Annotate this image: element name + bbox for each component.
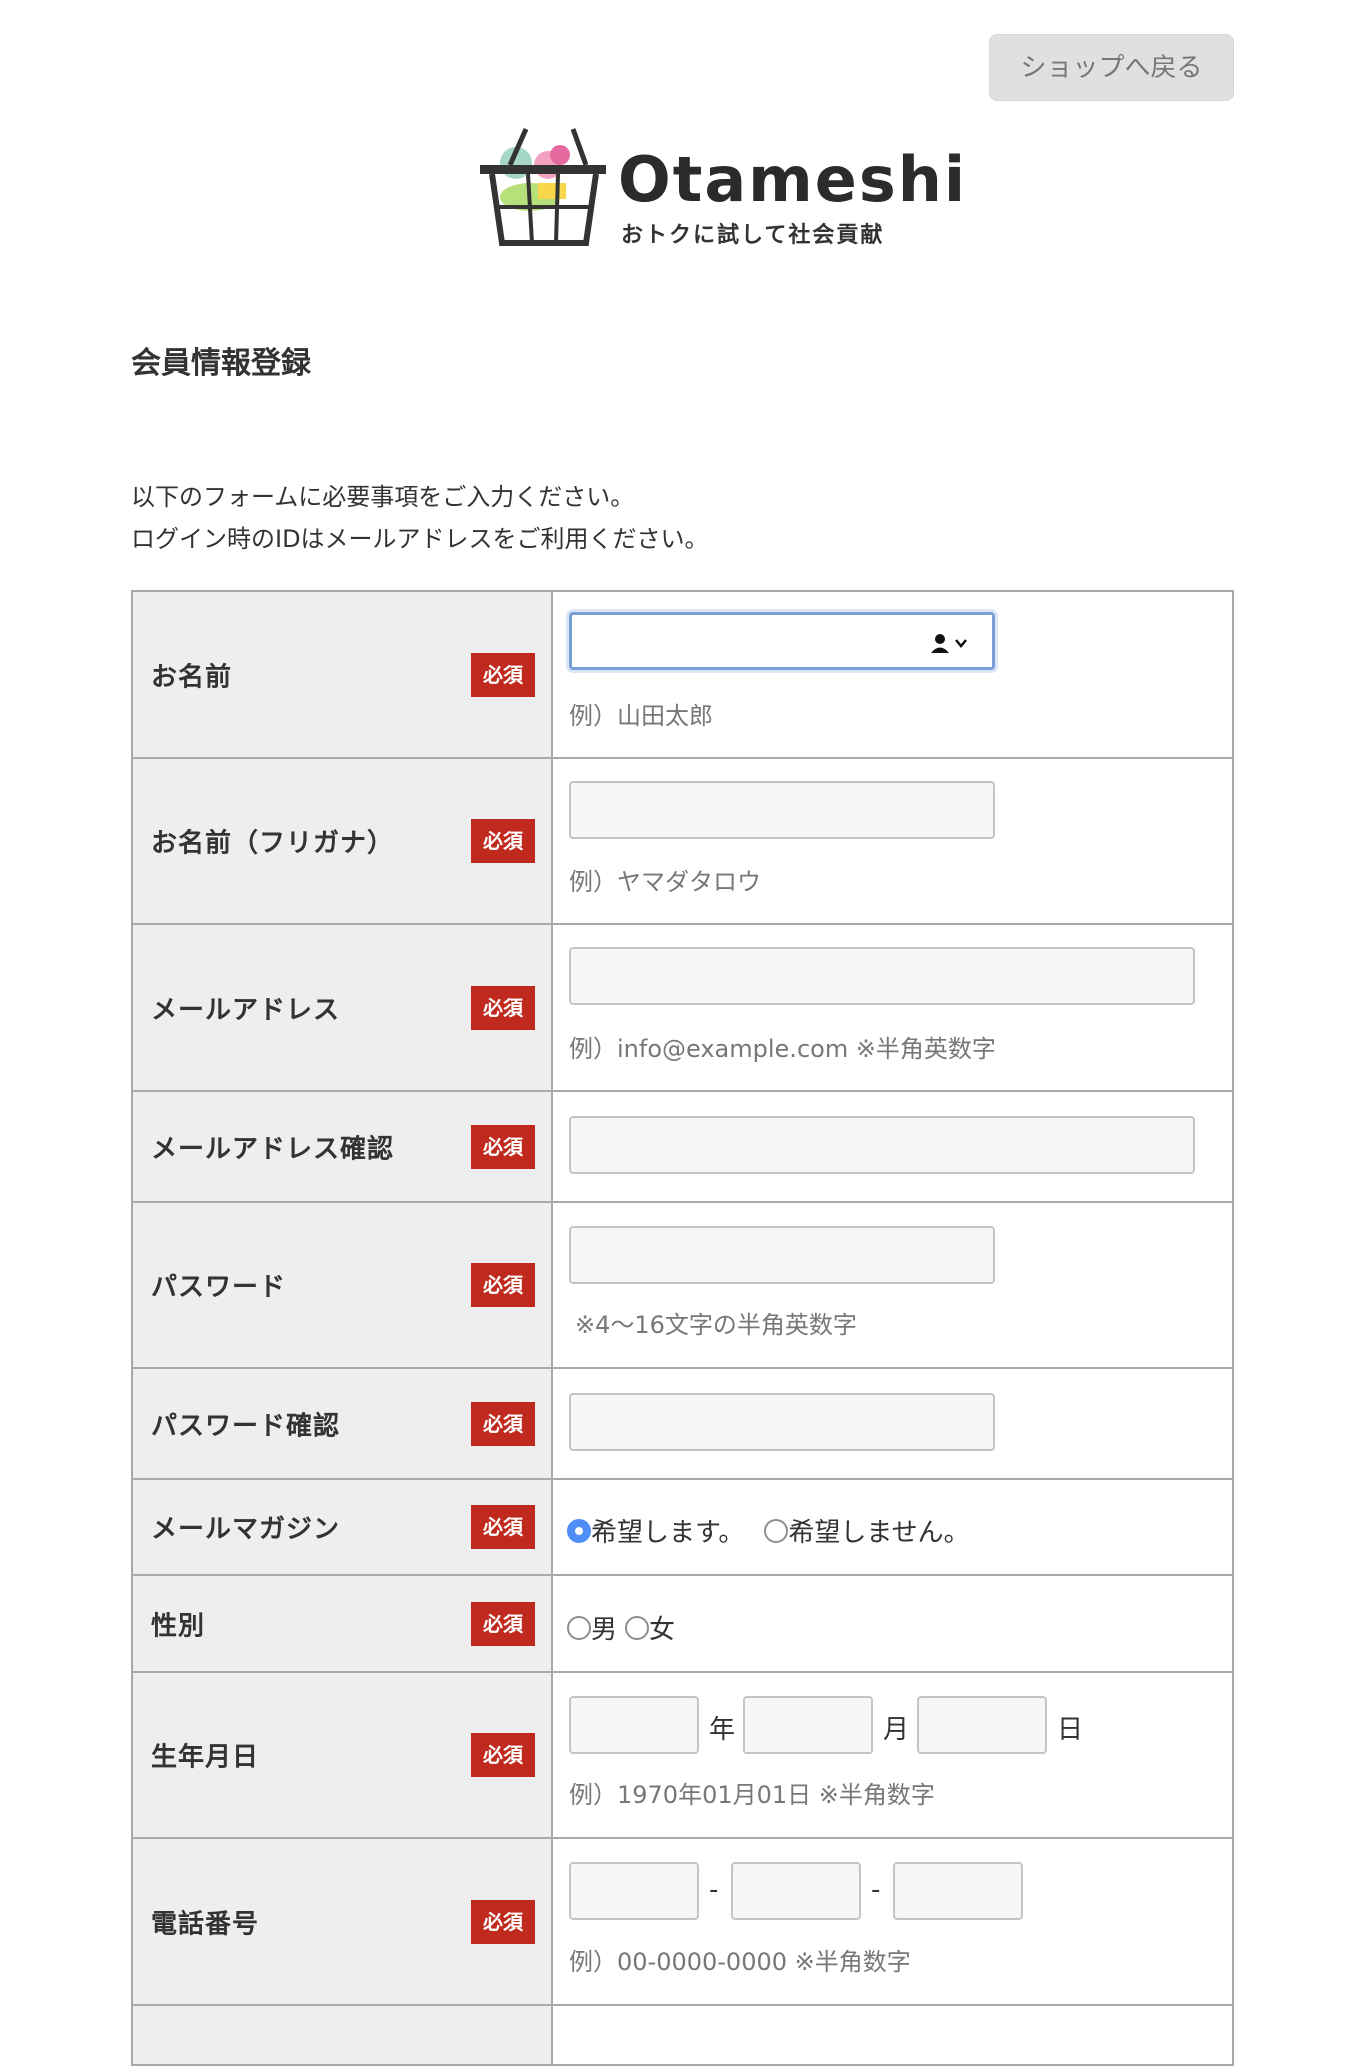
email-hint: 例）info@example.com ※半角英数字: [569, 1035, 996, 1063]
field-cell: - - 例）00-0000-0000 ※半角数字: [551, 1837, 1234, 2006]
field-cell: 希望します。 希望しません。: [551, 1478, 1234, 1576]
field-cell: 例）ヤマダタロウ: [551, 757, 1234, 925]
field-label-magazine: メールマガジン: [151, 1514, 341, 1545]
birthday-year-unit: 年: [709, 1715, 736, 1745]
magazine-yes-radio[interactable]: [567, 1518, 591, 1543]
required-badge: 必須: [471, 652, 535, 697]
field-label-kana: お名前（フリガナ）: [151, 828, 395, 859]
form-row-password: パスワード 必須 ※4〜16文字の半角英数字: [131, 1201, 1234, 1369]
label-cell: 電話番号 必須: [131, 1837, 553, 2006]
registration-page: ショップへ戻る Otameshi おトクに試して社会貢献 会員情報登録 以下のフ…: [0, 0, 1364, 2066]
form-row-birthday: 生年月日 必須 年 月 日 例）1970年01月01日 ※半角数字: [131, 1671, 1234, 1839]
back-to-shop-button[interactable]: ショップへ戻る: [989, 34, 1234, 101]
gender-male-label[interactable]: 男: [591, 1609, 617, 1646]
field-label-name: お名前: [151, 662, 233, 692]
form-row-password-confirm: パスワード確認 必須: [131, 1367, 1234, 1480]
intro-line-1: 以下のフォームに必要事項をご入力ください。: [131, 483, 635, 511]
birthday-month-unit: 月: [883, 1715, 910, 1745]
form-row-email-confirm: メールアドレス確認 必須: [131, 1090, 1234, 1203]
field-cell: 例）山田太郎: [551, 590, 1234, 759]
label-cell: [131, 2004, 553, 2066]
birthday-day-unit: 日: [1057, 1715, 1084, 1745]
required-badge: 必須: [471, 819, 535, 863]
form-row-magazine: メールマガジン 必須 希望します。 希望しません。: [131, 1478, 1234, 1576]
required-badge: 必須: [471, 1601, 535, 1646]
form-row-gender: 性別 必須 男 女: [131, 1574, 1234, 1673]
autofill-contact-icon[interactable]: [929, 632, 969, 654]
kana-input[interactable]: [569, 781, 995, 839]
form-row-kana: お名前（フリガナ） 必須 例）ヤマダタロウ: [131, 757, 1234, 925]
magazine-yes-label[interactable]: 希望します。: [591, 1512, 744, 1549]
gender-male-radio[interactable]: [567, 1615, 591, 1640]
phone-separator: -: [871, 1875, 881, 1905]
form-row-name: お名前 必須 例）山田太郎: [131, 590, 1234, 759]
field-cell: [551, 1090, 1234, 1203]
birthday-hint: 例）1970年01月01日 ※半角数字: [569, 1781, 935, 1809]
otameshi-logo[interactable]: Otameshi おトクに試して社会貢献: [478, 125, 965, 250]
birthday-month-input[interactable]: [743, 1696, 873, 1754]
field-cell: [551, 1367, 1234, 1480]
field-label-birthday: 生年月日: [151, 1742, 260, 1773]
birthday-year-input[interactable]: [569, 1696, 699, 1754]
magazine-no-radio[interactable]: [764, 1518, 789, 1543]
required-badge: 必須: [471, 1505, 535, 1549]
field-label-email: メールアドレス: [151, 995, 341, 1025]
field-cell: 男 女: [551, 1574, 1234, 1673]
magazine-radio-group: 希望します。 希望しません。: [567, 1512, 970, 1549]
required-badge: 必須: [471, 1899, 535, 1944]
email-confirm-input[interactable]: [569, 1116, 1195, 1174]
field-label-phone: 電話番号: [151, 1909, 260, 1939]
field-cell: 例）info@example.com ※半角英数字: [551, 923, 1234, 1092]
gender-radio-group: 男 女: [567, 1609, 675, 1646]
required-badge: 必須: [471, 985, 535, 1030]
form-row-email: メールアドレス 必須 例）info@example.com ※半角英数字: [131, 923, 1234, 1092]
phone-part2-input[interactable]: [731, 1862, 861, 1920]
field-label-password-confirm: パスワード確認: [151, 1411, 341, 1441]
intro-line-2: ログイン時のIDはメールアドレスをご利用ください。: [131, 525, 709, 553]
field-cell: ※4〜16文字の半角英数字: [551, 1201, 1234, 1369]
label-cell: パスワード確認 必須: [131, 1367, 553, 1480]
required-badge: 必須: [471, 1263, 535, 1307]
basket-icon: [480, 127, 606, 246]
password-hint: ※4〜16文字の半角英数字: [575, 1311, 857, 1339]
field-label-gender: 性別: [151, 1611, 206, 1641]
intro-text: 以下のフォームに必要事項をご入力ください。 ログイン時のIDはメールアドレスをご…: [131, 476, 709, 560]
label-cell: お名前 必須: [131, 590, 553, 759]
phone-part3-input[interactable]: [893, 1862, 1023, 1920]
name-hint: 例）山田太郎: [569, 702, 713, 730]
form-row-next: [131, 2004, 1234, 2066]
password-confirm-input[interactable]: [569, 1393, 995, 1451]
phone-separator: -: [709, 1875, 719, 1905]
gender-female-label[interactable]: 女: [649, 1609, 675, 1646]
field-label-password: パスワード: [151, 1272, 287, 1303]
form-row-phone: 電話番号 必須 - - 例）00-0000-0000 ※半角数字: [131, 1837, 1234, 2006]
email-input[interactable]: [569, 947, 1195, 1005]
logo-wordmark: Otameshi: [618, 143, 968, 216]
required-badge: 必須: [471, 1124, 535, 1169]
field-cell: [551, 2004, 1234, 2066]
label-cell: 生年月日 必須: [131, 1671, 553, 1839]
required-badge: 必須: [471, 1401, 535, 1446]
kana-hint: 例）ヤマダタロウ: [569, 868, 761, 896]
required-badge: 必須: [471, 1733, 535, 1777]
phone-hint: 例）00-0000-0000 ※半角数字: [569, 1948, 911, 1976]
logo-tagline: おトクに試して社会貢献: [621, 223, 885, 248]
label-cell: 性別 必須: [131, 1574, 553, 1673]
phone-part1-input[interactable]: [569, 1862, 699, 1920]
page-title: 会員情報登録: [131, 346, 311, 381]
birthday-day-input[interactable]: [917, 1696, 1047, 1754]
label-cell: お名前（フリガナ） 必須: [131, 757, 553, 925]
registration-form: お名前 必須 例）山田太郎 お名前（フリガナ） 必須 例）ヤマダタロウ メールア…: [131, 590, 1234, 2066]
field-cell: 年 月 日 例）1970年01月01日 ※半角数字: [551, 1671, 1234, 1839]
label-cell: パスワード 必須: [131, 1201, 553, 1369]
field-label-email-confirm: メールアドレス確認: [151, 1134, 395, 1164]
chevron-down-icon: [955, 639, 967, 648]
label-cell: メールアドレス確認 必須: [131, 1090, 553, 1203]
password-input[interactable]: [569, 1226, 995, 1284]
gender-female-radio[interactable]: [625, 1615, 650, 1640]
label-cell: メールアドレス 必須: [131, 923, 553, 1092]
magazine-no-label[interactable]: 希望しません。: [788, 1512, 969, 1549]
label-cell: メールマガジン 必須: [131, 1478, 553, 1576]
person-icon: [931, 634, 949, 653]
